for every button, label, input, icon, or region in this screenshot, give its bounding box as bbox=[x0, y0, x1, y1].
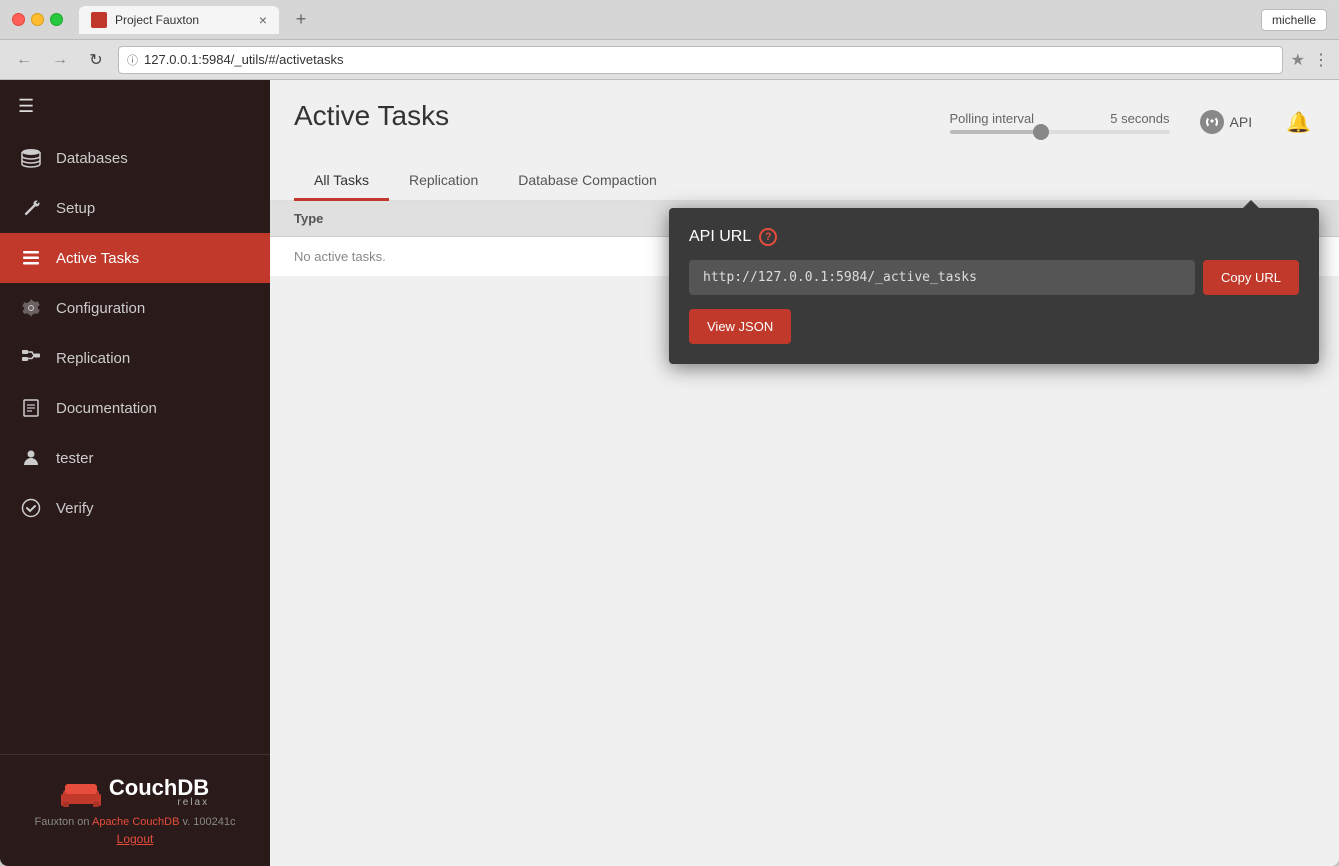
api-popup-title: API URL ? bbox=[689, 228, 1299, 246]
polling-interval: Polling interval 5 seconds bbox=[950, 111, 1170, 134]
titlebar: Project Fauxton × + michelle bbox=[0, 0, 1339, 40]
sidebar-item-label: Active Tasks bbox=[56, 250, 139, 267]
main-content: Active Tasks Polling interval 5 seconds bbox=[270, 80, 1339, 866]
app-content: ☰ Databases Setup bbox=[0, 80, 1339, 866]
sidebar-item-active-tasks[interactable]: Active Tasks bbox=[0, 233, 270, 283]
browser-toolbar: ← → ↻ ⓘ 127.0.0.1:5984/_utils/#/activeta… bbox=[0, 40, 1339, 80]
bookmark-star-icon[interactable]: ★ bbox=[1291, 50, 1305, 70]
hamburger-icon: ☰ bbox=[18, 96, 34, 117]
main-header: Active Tasks Polling interval 5 seconds bbox=[270, 80, 1339, 140]
sidebar-item-setup[interactable]: Setup bbox=[0, 183, 270, 233]
footer-info-text: Fauxton on bbox=[34, 816, 92, 828]
polling-label: Polling interval bbox=[950, 111, 1035, 126]
check-icon bbox=[20, 497, 42, 519]
sidebar-item-documentation[interactable]: Documentation bbox=[0, 383, 270, 433]
user-badge: michelle bbox=[1261, 9, 1327, 31]
sidebar-menu-button[interactable]: ☰ bbox=[0, 80, 270, 133]
sidebar-item-databases[interactable]: Databases bbox=[0, 133, 270, 183]
api-link-icon bbox=[1200, 110, 1224, 134]
tab-database-compaction[interactable]: Database Compaction bbox=[498, 164, 677, 201]
sidebar-item-label: Verify bbox=[56, 500, 94, 517]
minimize-window-button[interactable] bbox=[31, 13, 44, 26]
tab-close-button[interactable]: × bbox=[259, 12, 267, 28]
header-controls: Polling interval 5 seconds API bbox=[950, 100, 1315, 140]
sidebar-footer: CouchDB relax Fauxton on Apache CouchDB … bbox=[0, 754, 270, 866]
traffic-lights bbox=[12, 13, 63, 26]
polling-slider[interactable] bbox=[950, 130, 1170, 134]
footer-version: v. 100241c bbox=[179, 816, 235, 828]
user-icon bbox=[20, 447, 42, 469]
polling-value: 5 seconds bbox=[1110, 111, 1169, 126]
help-icon[interactable]: ? bbox=[759, 228, 777, 246]
sidebar: ☰ Databases Setup bbox=[0, 80, 270, 866]
slider-track bbox=[950, 130, 1038, 134]
page-title: Active Tasks bbox=[294, 100, 449, 132]
tab-favicon-icon bbox=[91, 12, 107, 28]
close-window-button[interactable] bbox=[12, 13, 25, 26]
view-json-button[interactable]: View JSON bbox=[689, 309, 791, 344]
sidebar-item-label: Replication bbox=[56, 350, 130, 367]
list-icon bbox=[20, 247, 42, 269]
couch-logo-icon bbox=[61, 776, 101, 808]
api-btn-label: API bbox=[1230, 114, 1253, 130]
wrench-icon bbox=[20, 197, 42, 219]
address-text: 127.0.0.1:5984/_utils/#/activetasks bbox=[144, 52, 343, 67]
api-url-row: Copy URL bbox=[689, 260, 1299, 295]
apache-couchdb-link[interactable]: Apache CouchDB bbox=[92, 816, 179, 828]
sidebar-item-label: Documentation bbox=[56, 400, 157, 417]
sidebar-item-label: Setup bbox=[56, 200, 95, 217]
sidebar-item-label: Databases bbox=[56, 150, 128, 167]
sidebar-item-replication[interactable]: Replication bbox=[0, 333, 270, 383]
sidebar-item-tester[interactable]: tester bbox=[0, 433, 270, 483]
tab-title: Project Fauxton bbox=[115, 13, 199, 27]
book-icon bbox=[20, 397, 42, 419]
sidebar-item-verify[interactable]: Verify bbox=[0, 483, 270, 533]
notifications-button[interactable]: 🔔 bbox=[1282, 106, 1315, 139]
footer-info: Fauxton on Apache CouchDB v. 100241c bbox=[20, 816, 250, 828]
tab-replication[interactable]: Replication bbox=[389, 164, 498, 201]
tabs-container: All Tasks Replication Database Compactio… bbox=[270, 148, 1339, 201]
sidebar-nav: Databases Setup Active Tasks bbox=[0, 133, 270, 754]
api-url-input[interactable] bbox=[689, 260, 1195, 295]
api-button[interactable]: API bbox=[1190, 104, 1263, 140]
copy-url-button[interactable]: Copy URL bbox=[1203, 260, 1299, 295]
couchdb-logo: CouchDB relax bbox=[20, 775, 250, 808]
reload-button[interactable]: ↻ bbox=[82, 46, 110, 74]
sidebar-item-label: tester bbox=[56, 450, 94, 467]
address-bar[interactable]: ⓘ 127.0.0.1:5984/_utils/#/activetasks bbox=[118, 46, 1283, 74]
logout-link[interactable]: Logout bbox=[20, 832, 250, 846]
forward-button[interactable]: → bbox=[46, 46, 74, 74]
database-icon bbox=[20, 147, 42, 169]
gear-icon bbox=[20, 297, 42, 319]
col-type: Type bbox=[270, 201, 722, 237]
tab-all-tasks[interactable]: All Tasks bbox=[294, 164, 389, 201]
api-popup: API URL ? Copy URL View JSON bbox=[669, 208, 1319, 364]
maximize-window-button[interactable] bbox=[50, 13, 63, 26]
browser-menu-icon[interactable]: ⋮ bbox=[1313, 50, 1329, 70]
sidebar-item-configuration[interactable]: Configuration bbox=[0, 283, 270, 333]
back-button[interactable]: ← bbox=[10, 46, 38, 74]
new-tab-button[interactable]: + bbox=[287, 6, 315, 34]
sidebar-item-label: Configuration bbox=[56, 300, 145, 317]
lock-icon: ⓘ bbox=[127, 52, 138, 68]
browser-tab[interactable]: Project Fauxton × bbox=[79, 6, 279, 34]
slider-thumb[interactable] bbox=[1033, 124, 1049, 140]
replication-icon bbox=[20, 347, 42, 369]
